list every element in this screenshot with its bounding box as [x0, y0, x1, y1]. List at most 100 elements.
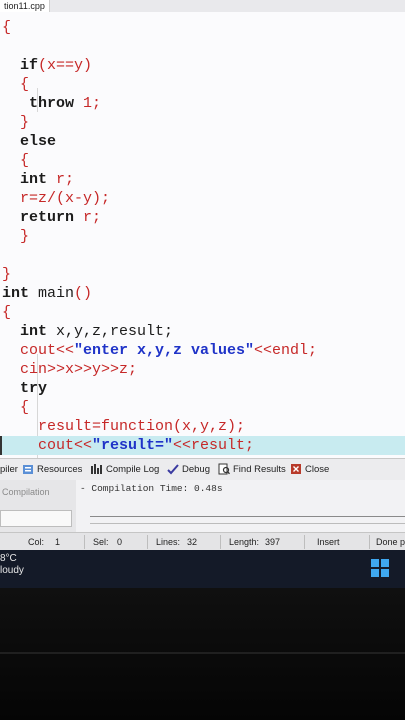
code-line[interactable]: result=function(x,y,z); — [0, 417, 405, 436]
code-token: cin>>x>>y>>z; — [2, 361, 138, 378]
code-token: 1; — [83, 95, 102, 112]
code-token: { — [2, 152, 30, 169]
resources-icon — [23, 465, 33, 475]
code-token: if — [2, 57, 39, 74]
code-line[interactable]: cout<<"enter x,y,z values"<<endl; — [0, 341, 405, 360]
compile-log-output: - Compilation Time: 0.48s — [80, 483, 223, 494]
windows-start-icon[interactable] — [371, 559, 389, 577]
code-line[interactable]: cin>>x>>y>>z; — [0, 360, 405, 379]
code-token: r; — [56, 171, 75, 188]
code-line[interactable]: try — [0, 379, 405, 398]
tab-compiler[interactable]: piler — [0, 463, 18, 477]
log-divider — [90, 516, 405, 517]
tab-compile-log[interactable]: Compile Log — [90, 463, 159, 477]
status-sel-value: 0 — [117, 537, 123, 547]
code-token: } — [2, 266, 12, 283]
code-token: "enter x,y,z values" — [74, 342, 255, 359]
code-token: result=function(x,y,z); — [2, 418, 246, 435]
code-token: else — [2, 133, 57, 150]
code-line[interactable]: } — [0, 227, 405, 246]
close-icon — [291, 464, 301, 475]
code-line[interactable]: throw 1; — [0, 94, 405, 113]
code-token: r; — [83, 209, 102, 226]
code-line[interactable]: { — [0, 398, 405, 417]
code-line[interactable]: } — [0, 113, 405, 132]
code-line[interactable]: { — [0, 18, 405, 37]
status-divider — [84, 535, 85, 549]
code-token: cout<< — [2, 342, 75, 359]
code-token: { — [2, 19, 12, 36]
code-token: "result=" — [92, 437, 174, 454]
code-token: <<endl; — [254, 342, 318, 359]
status-col-value: 1 — [55, 537, 61, 547]
monitor-bezel — [0, 588, 405, 720]
code-token: r=z/(x-y); — [2, 190, 111, 207]
code-token: { — [2, 304, 12, 321]
code-line[interactable]: int main() — [0, 284, 405, 303]
code-token: return — [2, 209, 84, 226]
code-token: { — [2, 76, 30, 93]
log-sidebar: Compilation — [0, 480, 76, 532]
code-line[interactable]: return r; — [0, 208, 405, 227]
status-length-label: Length: — [229, 537, 260, 547]
status-divider — [304, 535, 305, 549]
code-line[interactable]: { — [0, 151, 405, 170]
code-line[interactable]: r=z/(x-y); — [0, 189, 405, 208]
code-line[interactable]: int r; — [0, 170, 405, 189]
code-line[interactable]: else — [0, 132, 405, 151]
code-line[interactable]: } — [0, 265, 405, 284]
log-divider — [90, 523, 405, 524]
code-token: <<result; — [173, 437, 255, 454]
code-line[interactable]: if(x==y) — [0, 56, 405, 75]
code-token: int — [2, 171, 57, 188]
code-token: } — [2, 228, 30, 245]
code-line[interactable] — [0, 37, 405, 56]
text-cursor — [0, 436, 2, 455]
bottom-panel-tabs: piler Resources Compile Log Debug Find R… — [0, 458, 405, 481]
code-token: int — [2, 285, 39, 302]
status-col-label: Col: — [28, 537, 45, 547]
code-token: () — [74, 285, 93, 302]
status-divider — [220, 535, 221, 549]
weather-temperature: 8°C — [0, 553, 17, 564]
code-token: (x==y) — [38, 57, 93, 74]
debug-check-icon — [167, 464, 179, 475]
find-results-icon — [218, 463, 230, 475]
status-lines-label: Lines: — [156, 537, 181, 547]
code-token: main — [38, 285, 75, 302]
code-line[interactable]: cout<<"result="<<result; — [0, 436, 405, 455]
status-length-value: 397 — [265, 537, 281, 547]
compilation-button[interactable]: Compilation — [2, 487, 50, 497]
code-token: } — [2, 114, 30, 131]
bezel-edge — [0, 652, 405, 654]
tab-resources[interactable]: Resources — [22, 463, 82, 477]
file-tab[interactable]: tion11.cpp — [0, 0, 50, 12]
status-mode: Insert — [317, 537, 340, 547]
windows-taskbar: 8°C loudy — [0, 550, 405, 588]
code-token: throw — [2, 95, 84, 112]
file-tab-strip: tion11.cpp — [0, 0, 405, 12]
code-token: int — [2, 323, 57, 340]
code-token: cout<< — [2, 437, 93, 454]
weather-widget[interactable]: 8°C loudy — [0, 553, 24, 577]
code-token: { — [2, 399, 30, 416]
compile-log-panel: Compilation - Compilation Time: 0.48s — [0, 480, 405, 532]
code-line[interactable]: int x,y,z,result; — [0, 322, 405, 341]
code-editor[interactable]: { if(x==y) { throw 1; } else { int r; r=… — [0, 12, 405, 458]
log-option-field[interactable] — [0, 510, 72, 527]
code-line[interactable]: { — [0, 303, 405, 322]
tab-find-results[interactable]: Find Results — [218, 463, 286, 477]
code-line[interactable] — [0, 246, 405, 265]
status-divider — [369, 535, 370, 549]
status-divider — [147, 535, 148, 549]
code-token: try — [2, 380, 48, 397]
compile-log-icon — [91, 464, 102, 475]
tab-close[interactable]: Close — [290, 463, 329, 477]
tab-debug[interactable]: Debug — [167, 463, 210, 477]
code-line[interactable]: { — [0, 75, 405, 94]
devcpp-window: tion11.cpp { if(x==y) { throw 1; } else … — [0, 0, 405, 600]
weather-condition: loudy — [0, 565, 24, 576]
status-bar: Col: 1 Sel: 0 Lines: 32 Length: 397 Inse… — [0, 532, 405, 551]
status-state: Done p — [376, 537, 405, 547]
status-sel-label: Sel: — [93, 537, 109, 547]
